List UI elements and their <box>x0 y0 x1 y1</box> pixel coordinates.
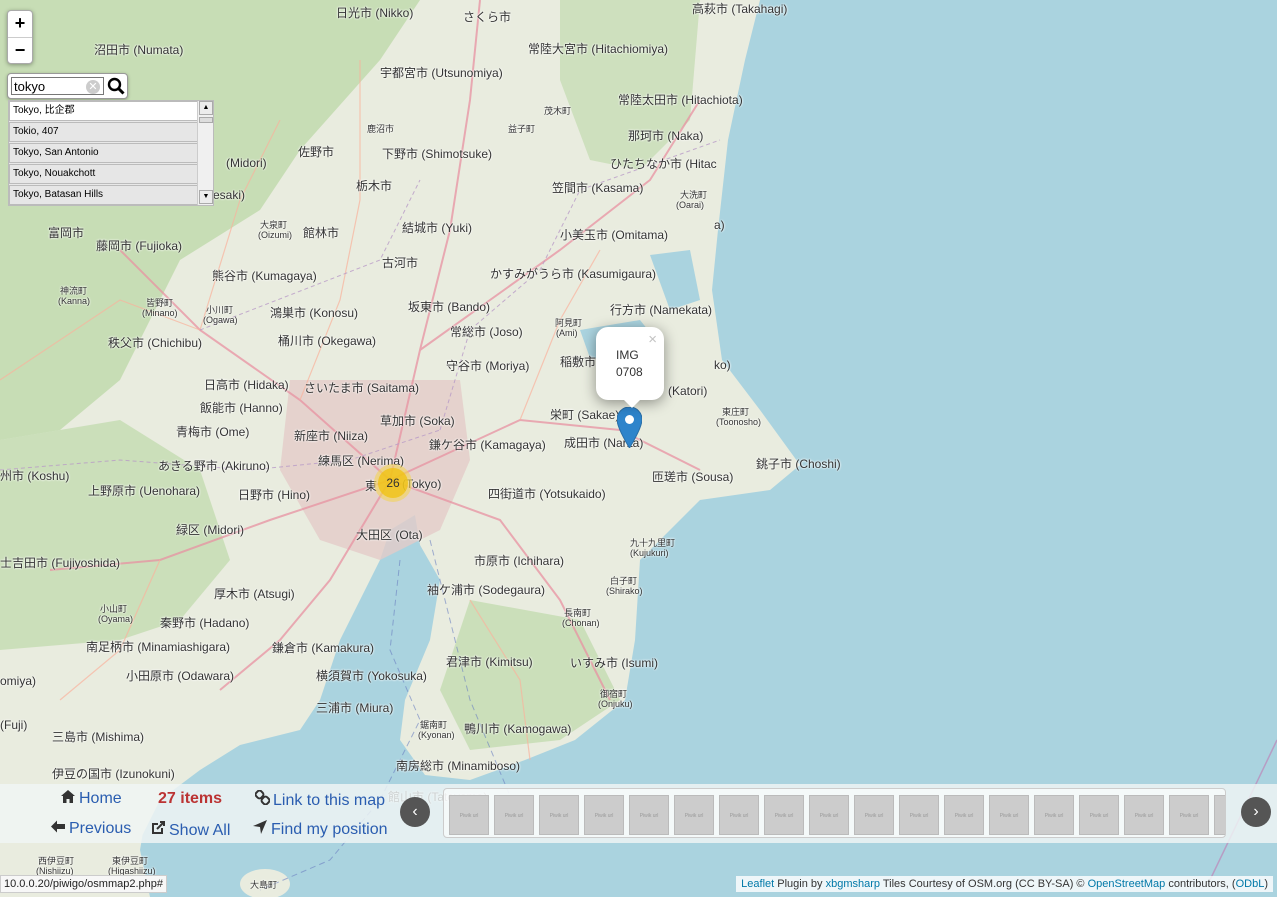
map-attribution: Leaflet Plugin by xbgmsharp Tiles Courte… <box>736 876 1273 892</box>
map-marker-icon[interactable] <box>617 407 642 448</box>
photo-thumbnail[interactable]: Piwik url <box>1214 795 1225 835</box>
link-label: Link to this map <box>273 792 386 809</box>
photo-thumbnail[interactable]: Piwik url <box>1034 795 1074 835</box>
cluster-count: 26 <box>378 468 408 498</box>
photo-thumbnail[interactable]: Piwik url <box>809 795 849 835</box>
photo-thumbnail[interactable]: Piwik url <box>1169 795 1209 835</box>
bottom-panel: Home 27 items Link to this map Previous … <box>0 784 1277 843</box>
scroll-up-icon[interactable]: ▲ <box>199 101 213 115</box>
scroll-down-icon[interactable]: ▼ <box>199 190 213 204</box>
carousel-next-button[interactable]: › <box>1241 797 1271 827</box>
photo-thumbnail[interactable]: Piwik url <box>449 795 489 835</box>
previous-link[interactable]: Previous <box>50 820 131 838</box>
arrow-left-icon <box>50 820 66 836</box>
scrollbar-thumb[interactable] <box>199 117 213 123</box>
photo-thumbnail[interactable]: Piwik url <box>584 795 624 835</box>
search-result-item[interactable]: Tokyo, 比企郡 <box>9 101 198 121</box>
home-icon <box>60 790 76 806</box>
results-scrollbar[interactable]: ▲ ▼ <box>197 101 213 205</box>
status-url: 10.0.0.20/piwigo/osmmap2.php# <box>0 875 167 893</box>
zoom-control: + − <box>7 10 33 64</box>
close-paren-text: ) <box>1264 878 1268 890</box>
osm-link[interactable]: OpenStreetMap <box>1088 878 1166 890</box>
popup-tip <box>622 398 642 408</box>
location-arrow-icon <box>252 820 268 837</box>
photo-thumbnail[interactable]: Piwik url <box>854 795 894 835</box>
show-all-label: Show All <box>169 822 231 839</box>
home-link[interactable]: Home <box>60 790 122 808</box>
tiles-text: Tiles Courtesy of OSM.org (CC BY-SA) © <box>882 878 1085 890</box>
previous-label: Previous <box>69 820 132 837</box>
search-icon[interactable] <box>107 77 125 95</box>
photo-thumbnail[interactable]: Piwik url <box>674 795 714 835</box>
contributors-text: contributors, ( <box>1168 878 1236 890</box>
search-result-item[interactable]: Tokio, 407 <box>9 122 198 142</box>
items-count: 27 items <box>158 790 223 807</box>
marker-popup: IMG 0708 × <box>596 327 664 408</box>
thumbnail-carousel[interactable]: Piwik url Piwik url Piwik url Piwik url Piwi… <box>443 788 1226 838</box>
clear-icon[interactable]: ✕ <box>86 80 100 94</box>
author-link[interactable]: xbgmsharp <box>826 878 880 890</box>
popup-title-line1: IMG <box>616 348 639 362</box>
photo-thumbnail[interactable]: Piwik url <box>764 795 804 835</box>
find-position-link[interactable]: Find my position <box>252 820 388 839</box>
search-result-item[interactable]: Tokyo, San Antonio <box>9 143 198 163</box>
popup-close-icon[interactable]: × <box>648 331 657 348</box>
plugin-by-text: Plugin by <box>777 878 823 890</box>
photo-thumbnail[interactable]: Piwik url <box>1124 795 1164 835</box>
external-link-icon <box>150 820 166 838</box>
zoom-in-button[interactable]: + <box>8 11 32 37</box>
photo-thumbnail[interactable]: Piwik url <box>629 795 669 835</box>
map-permalink[interactable]: Link to this map <box>254 789 386 810</box>
search-results-list: Tokyo, 比企郡 Tokio, 407 Tokyo, San Antonio… <box>8 100 214 206</box>
photo-thumbnail[interactable]: Piwik url <box>719 795 759 835</box>
find-position-label: Find my position <box>271 821 388 838</box>
odbl-link[interactable]: ODbL <box>1236 878 1265 890</box>
photo-thumbnail[interactable]: Piwik url <box>944 795 984 835</box>
photo-thumbnail[interactable]: Piwik url <box>1079 795 1119 835</box>
search-result-item[interactable]: Tokyo, Batasan Hills <box>9 185 198 205</box>
popup-content[interactable]: IMG 0708 <box>616 347 643 381</box>
search-result-item[interactable]: Tokyo, Nouakchott <box>9 164 198 184</box>
popup-title-line2: 0708 <box>616 365 643 379</box>
photo-thumbnail[interactable]: Piwik url <box>494 795 534 835</box>
photo-cluster[interactable]: 26 <box>374 464 412 502</box>
photo-thumbnail[interactable]: Piwik url <box>539 795 579 835</box>
show-all-link[interactable]: Show All <box>150 820 230 840</box>
home-label: Home <box>79 790 122 807</box>
link-icon <box>254 789 270 808</box>
zoom-out-button[interactable]: − <box>8 37 32 63</box>
search-box: ✕ <box>7 73 128 99</box>
leaflet-link[interactable]: Leaflet <box>741 878 774 890</box>
photo-thumbnail[interactable]: Piwik url <box>899 795 939 835</box>
carousel-prev-button[interactable]: ‹ <box>400 797 430 827</box>
photo-thumbnail[interactable]: Piwik url <box>989 795 1029 835</box>
